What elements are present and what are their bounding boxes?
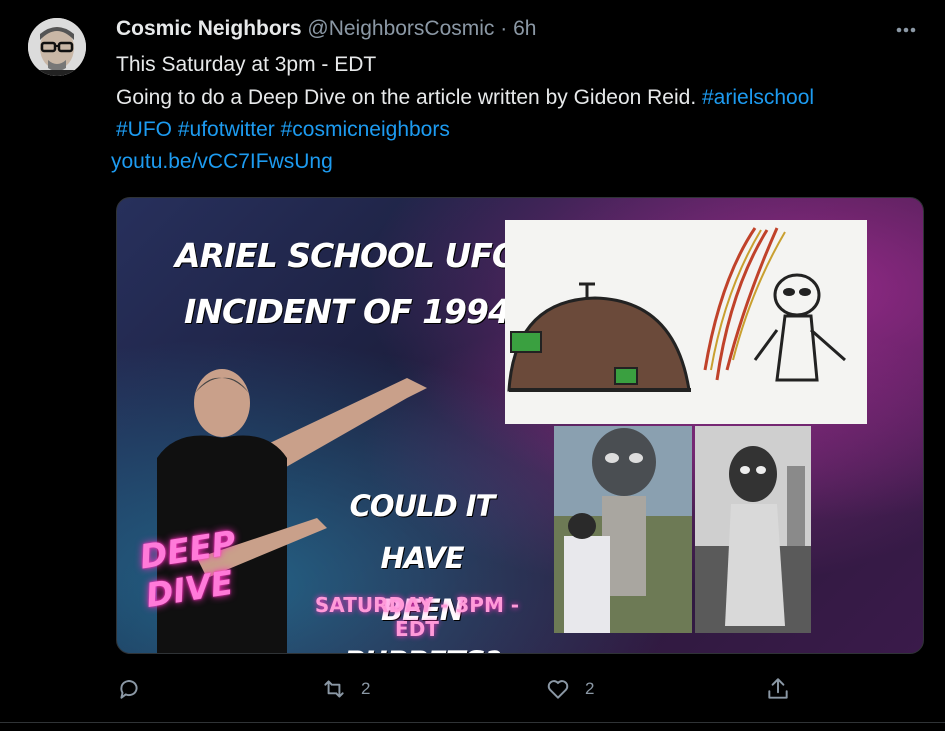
schedule-label: SATURDAY - 3PM -EDT [314, 593, 520, 641]
like-count: 2 [585, 679, 595, 698]
hashtag-ufotwitter[interactable]: #ufotwitter [178, 118, 275, 141]
avatar[interactable] [28, 18, 86, 76]
tweet-actions: 2 2 [0, 674, 945, 704]
media-title-line-2: INCIDENT OF 1994 [184, 292, 511, 331]
divider [0, 722, 945, 723]
reply-icon [120, 680, 138, 699]
media-title: ARIEL SCHOOL UFO INCIDENT OF 1994 [157, 228, 537, 340]
child-drawing-sketch [507, 227, 846, 392]
author-handle[interactable]: @NeighborsCosmic [307, 17, 494, 40]
like-button[interactable]: 2 [545, 674, 594, 704]
tweet-link[interactable]: youtu.be/vCC7IFwsUng [111, 150, 333, 173]
more-icon[interactable] [893, 17, 919, 49]
hashtag-ufo[interactable]: #UFO [116, 118, 172, 141]
puppet-photo-color [554, 426, 692, 633]
media-title-line-1: ARIEL SCHOOL UFO [175, 236, 520, 275]
tweet-line-3: #UFO #ufotwitter #cosmicneighbors [116, 114, 926, 146]
share-button[interactable] [765, 674, 791, 704]
tweet-header: Cosmic Neighbors @NeighborsCosmic · 6h [116, 17, 536, 41]
puppets-line-1: COULD IT HAVE [349, 489, 496, 575]
hashtag-arielschool[interactable]: #arielschool [702, 86, 814, 109]
header-separator: · [500, 17, 508, 40]
like-icon [547, 680, 569, 699]
tweet-line-2: Going to do a Deep Dive on the article w… [116, 82, 926, 114]
tweet-line-1: This Saturday at 3pm - EDT [116, 49, 926, 81]
child-drawing-image [505, 220, 867, 424]
retweet-count: 2 [361, 679, 371, 698]
tweet-line-2-text: Going to do a Deep Dive on the article w… [116, 86, 697, 109]
avatar-image [28, 18, 86, 76]
share-icon [768, 678, 788, 699]
reply-button[interactable] [116, 674, 156, 704]
tweet-time[interactable]: 6h [513, 17, 536, 40]
retweet-icon [324, 680, 344, 698]
retweet-button[interactable]: 2 [321, 674, 370, 704]
author-name[interactable]: Cosmic Neighbors [116, 17, 302, 40]
tweet-line-4: youtu.be/vCC7IFwsUng [111, 146, 921, 178]
puppet-photo-bw-graphic [695, 426, 811, 633]
tweet-line-1-text: This Saturday at 3pm - EDT [116, 53, 377, 76]
puppet-photo-color-graphic [554, 426, 692, 633]
tweet-media-image[interactable]: ARIEL SCHOOL UFO INCIDENT OF 1994 DEEP D… [116, 197, 924, 654]
more-icon-glyph [896, 27, 916, 33]
puppet-photo-bw [695, 426, 811, 633]
hashtag-cosmicneighbors[interactable]: #cosmicneighbors [281, 118, 450, 141]
